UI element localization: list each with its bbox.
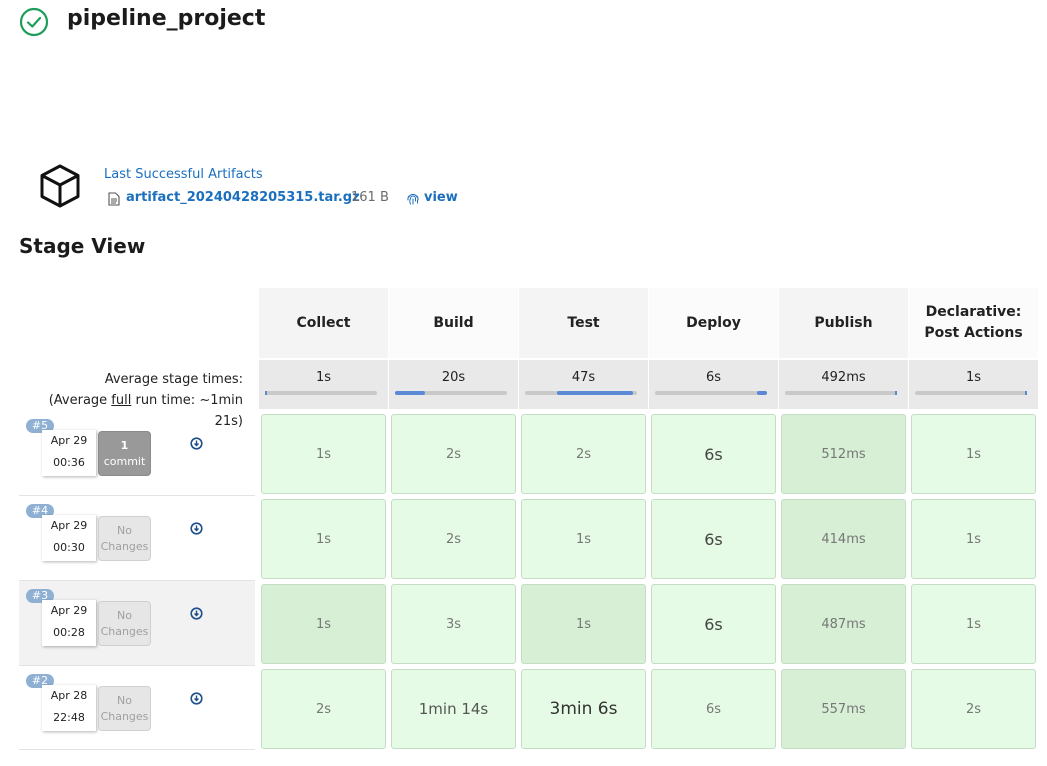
no-changes-label: No Changes: [98, 601, 151, 646]
stage-cell[interactable]: 2s: [261, 669, 386, 749]
stage-cell[interactable]: 6s: [651, 499, 776, 579]
check-circle-icon: [19, 7, 49, 37]
download-logs-icon[interactable]: [190, 692, 203, 705]
download-logs-icon[interactable]: [190, 522, 203, 535]
progress-bar: [265, 391, 377, 395]
download-logs-icon[interactable]: [190, 437, 203, 450]
avg-time-post-actions: 1s: [909, 360, 1038, 409]
stage-cell[interactable]: 1s: [911, 584, 1036, 664]
artifact-file-size: 161 B: [351, 190, 389, 205]
stage-cell[interactable]: 3s: [391, 584, 516, 664]
average-stage-times-text: Average stage times:: [104, 372, 243, 387]
progress-bar: [915, 391, 1027, 395]
stage-cell[interactable]: 1s: [261, 499, 386, 579]
build-row-4[interactable]: #4 Apr 29 00:30 No Changes: [19, 496, 255, 581]
stage-cell[interactable]: 2s: [911, 669, 1036, 749]
file-icon: [108, 192, 120, 206]
stage-cell[interactable]: 414ms: [781, 499, 906, 579]
stage-cell[interactable]: 1s: [521, 584, 646, 664]
full-run-time-link[interactable]: full: [111, 393, 131, 408]
build-date-card: Apr 29 00:36: [42, 430, 96, 476]
download-logs-icon[interactable]: [190, 607, 203, 620]
build-date-card: Apr 29 00:30: [42, 515, 96, 561]
stage-header-collect: Collect: [259, 288, 388, 358]
stage-cell[interactable]: 1min 14s: [391, 669, 516, 749]
progress-bar: [655, 391, 767, 395]
progress-bar: [525, 391, 637, 395]
avg-time-collect: 1s: [259, 360, 388, 409]
avg-time-deploy: 6s: [649, 360, 778, 409]
stage-header-deploy: Deploy: [649, 288, 778, 358]
progress-bar: [785, 391, 897, 395]
stage-cell[interactable]: 6s: [651, 414, 776, 494]
stage-cell[interactable]: 2s: [391, 414, 516, 494]
artifact-view-link[interactable]: view: [424, 190, 458, 205]
avg-time-build: 20s: [389, 360, 518, 409]
stage-header-publish: Publish: [779, 288, 908, 358]
no-changes-label: No Changes: [98, 516, 151, 561]
stage-header-post-actions: Declarative: Post Actions: [909, 288, 1038, 358]
last-successful-artifacts-link[interactable]: Last Successful Artifacts: [104, 167, 263, 182]
stage-cell[interactable]: 512ms: [781, 414, 906, 494]
progress-bar: [395, 391, 507, 395]
stage-cell[interactable]: 1s: [261, 414, 386, 494]
stage-cell[interactable]: 1s: [261, 584, 386, 664]
average-run-time-text: (Average full run time: ~1min: [48, 393, 243, 408]
stage-cell[interactable]: 1s: [521, 499, 646, 579]
stage-cell[interactable]: 1s: [911, 414, 1036, 494]
build-row-2[interactable]: #2 Apr 28 22:48 No Changes: [19, 666, 255, 750]
build-date-card: Apr 28 22:48: [42, 685, 96, 731]
artifact-file-link[interactable]: artifact_20240428205315.tar.gz: [126, 190, 360, 205]
changes-button[interactable]: 1 commit: [98, 431, 151, 476]
avg-time-publish: 492ms: [779, 360, 908, 409]
stage-cell[interactable]: 3min 6s: [521, 669, 646, 749]
page-title: pipeline_project: [67, 6, 266, 31]
stage-cell[interactable]: 2s: [391, 499, 516, 579]
no-changes-label: No Changes: [98, 686, 151, 731]
stage-header-test: Test: [519, 288, 648, 358]
avg-time-test: 47s: [519, 360, 648, 409]
stage-cell[interactable]: 1s: [911, 499, 1036, 579]
stage-cell[interactable]: 557ms: [781, 669, 906, 749]
stage-cell[interactable]: 487ms: [781, 584, 906, 664]
fingerprint-icon: [407, 194, 419, 205]
build-date-card: Apr 29 00:28: [42, 600, 96, 646]
stage-cell[interactable]: 6s: [651, 584, 776, 664]
build-row-3[interactable]: #3 Apr 29 00:28 No Changes: [19, 581, 255, 666]
build-row-5[interactable]: #5 Apr 29 00:36 1 commit: [19, 411, 255, 496]
stage-cell[interactable]: 6s: [651, 669, 776, 749]
package-icon: [40, 164, 80, 208]
stage-cell[interactable]: 2s: [521, 414, 646, 494]
stage-view-title: Stage View: [19, 234, 146, 258]
stage-header-build: Build: [389, 288, 518, 358]
